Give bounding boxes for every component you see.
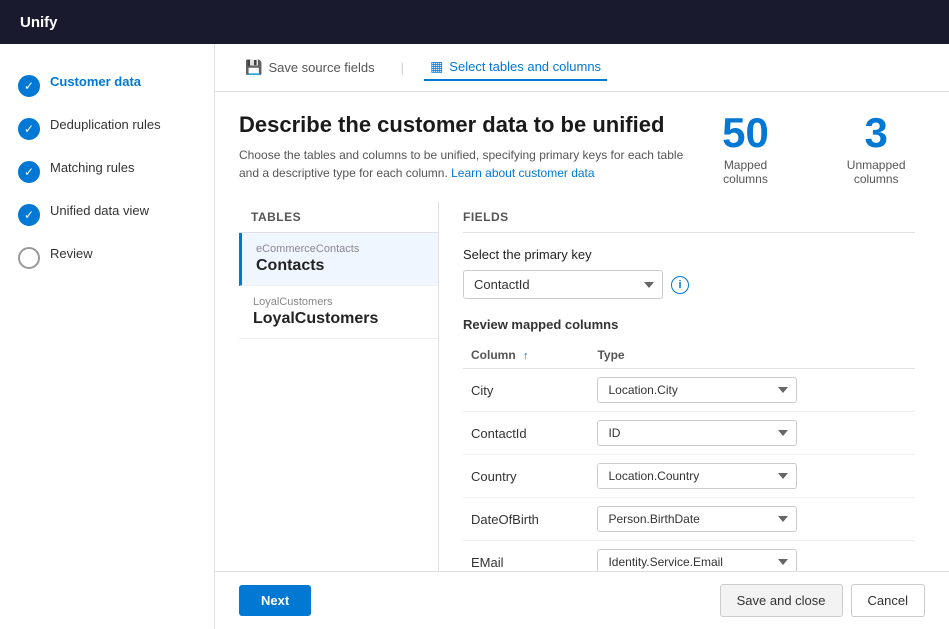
- primary-key-select[interactable]: ContactId Email Name: [463, 270, 663, 299]
- next-button[interactable]: Next: [239, 585, 311, 616]
- unmapped-count: 3: [827, 112, 925, 154]
- col-type-cell: Location.CityLocation.CountryPerson.Birt…: [589, 412, 915, 455]
- tables-column: Tables eCommerceContacts Contacts LoyalC…: [239, 202, 439, 571]
- mapped-stat: 50 Mapped columns: [704, 112, 788, 186]
- col-name-cell: ContactId: [463, 412, 589, 455]
- toolbar-separator: |: [401, 60, 404, 75]
- footer-right: Save and close Cancel: [720, 584, 925, 617]
- mapped-count: 50: [704, 112, 788, 154]
- page-content: Describe the customer data to be unified…: [215, 92, 949, 571]
- sidebar: ✓ Customer data ✓ Deduplication rules ✓ …: [0, 44, 215, 629]
- stats-section: 50 Mapped columns 3 Unmapped columns: [704, 112, 925, 186]
- col-name-cell: EMail: [463, 541, 589, 572]
- select-tables-label: Select tables and columns: [449, 59, 601, 74]
- cancel-button[interactable]: Cancel: [851, 584, 925, 617]
- col-type-cell: Location.CityLocation.CountryPerson.Birt…: [589, 455, 915, 498]
- save-source-label: Save source fields: [268, 60, 374, 75]
- sidebar-item-unified[interactable]: ✓ Unified data view: [0, 193, 214, 236]
- unmapped-stat: 3 Unmapped columns: [827, 112, 925, 186]
- sidebar-item-label-1: Customer data: [50, 74, 141, 89]
- table-row: ContactId Location.CityLocation.CountryPe…: [463, 412, 915, 455]
- sidebar-item-matching[interactable]: ✓ Matching rules: [0, 150, 214, 193]
- step-circle-4: ✓: [18, 204, 40, 226]
- step-circle-3: ✓: [18, 161, 40, 183]
- col-name-cell: DateOfBirth: [463, 498, 589, 541]
- sidebar-item-label-3: Matching rules: [50, 160, 135, 175]
- col-type-select[interactable]: Location.CityLocation.CountryPerson.Birt…: [597, 420, 797, 446]
- sidebar-item-label-5: Review: [50, 246, 93, 261]
- app-topbar: Unify: [0, 0, 949, 44]
- save-source-btn[interactable]: 💾 Save source fields: [239, 55, 381, 80]
- col-type-cell: Location.CityLocation.CountryPerson.Birt…: [589, 369, 915, 412]
- review-mapped-label: Review mapped columns: [463, 317, 915, 332]
- sidebar-item-label-4: Unified data view: [50, 203, 149, 218]
- primary-key-section: Select the primary key ContactId Email N…: [463, 247, 915, 299]
- tables-header: Tables: [239, 202, 438, 233]
- fields-header: Fields: [463, 202, 915, 233]
- step-circle-1: ✓: [18, 75, 40, 97]
- table-subtitle-2: LoyalCustomers: [253, 296, 424, 308]
- mapped-label: Mapped columns: [704, 158, 788, 186]
- table-name-2: LoyalCustomers: [253, 310, 424, 328]
- sidebar-item-dedup[interactable]: ✓ Deduplication rules: [0, 107, 214, 150]
- sidebar-item-label-2: Deduplication rules: [50, 117, 161, 132]
- tables-fields: Tables eCommerceContacts Contacts LoyalC…: [239, 202, 925, 571]
- col-type-select[interactable]: Location.CityLocation.CountryPerson.Birt…: [597, 549, 797, 571]
- col-name-cell: City: [463, 369, 589, 412]
- app-title: Unify: [20, 14, 58, 31]
- page-header: Describe the customer data to be unified…: [239, 112, 925, 186]
- table-name-1: Contacts: [256, 257, 424, 275]
- primary-key-label: Select the primary key: [463, 247, 915, 262]
- content-area: 💾 Save source fields | ▦ Select tables a…: [215, 44, 949, 629]
- learn-link[interactable]: Learn about customer data: [451, 166, 594, 180]
- step-circle-5: [18, 247, 40, 269]
- page-title-section: Describe the customer data to be unified…: [239, 112, 704, 182]
- table-icon: ▦: [430, 58, 443, 75]
- columns-table: Column ↑ Type City Location.CityLocation.…: [463, 342, 915, 571]
- col-header-type: Type: [589, 342, 915, 369]
- unmapped-label: Unmapped columns: [827, 158, 925, 186]
- col-name-cell: Country: [463, 455, 589, 498]
- save-source-icon: 💾: [245, 59, 262, 76]
- col-type-select[interactable]: Location.CityLocation.CountryPerson.Birt…: [597, 506, 797, 532]
- table-subtitle-1: eCommerceContacts: [256, 243, 424, 255]
- page-title: Describe the customer data to be unified: [239, 112, 704, 138]
- sort-icon[interactable]: ↑: [523, 350, 529, 362]
- col-type-select[interactable]: Location.CityLocation.CountryPerson.Birt…: [597, 463, 797, 489]
- toolbar: 💾 Save source fields | ▦ Select tables a…: [215, 44, 949, 92]
- table-row: DateOfBirth Location.CityLocation.Country…: [463, 498, 915, 541]
- col-type-cell: Location.CityLocation.CountryPerson.Birt…: [589, 498, 915, 541]
- col-type-select[interactable]: Location.CityLocation.CountryPerson.Birt…: [597, 377, 797, 403]
- table-row: Country Location.CityLocation.CountryPers…: [463, 455, 915, 498]
- page-description: Choose the tables and columns to be unif…: [239, 146, 704, 182]
- col-header-column: Column ↑: [463, 342, 589, 369]
- step-circle-2: ✓: [18, 118, 40, 140]
- table-row: City Location.CityLocation.CountryPerson.…: [463, 369, 915, 412]
- table-item-contacts[interactable]: eCommerceContacts Contacts: [239, 233, 438, 286]
- fields-column: Fields Select the primary key ContactId …: [439, 202, 925, 571]
- table-row: EMail Location.CityLocation.CountryPerson…: [463, 541, 915, 572]
- footer: Next Save and close Cancel: [215, 571, 949, 629]
- save-close-button[interactable]: Save and close: [720, 584, 843, 617]
- col-type-cell: Location.CityLocation.CountryPerson.Birt…: [589, 541, 915, 572]
- sidebar-item-customer-data[interactable]: ✓ Customer data: [0, 64, 214, 107]
- info-icon[interactable]: i: [671, 276, 689, 294]
- primary-key-row: ContactId Email Name i: [463, 270, 915, 299]
- table-item-loyal[interactable]: LoyalCustomers LoyalCustomers: [239, 286, 438, 339]
- select-tables-btn[interactable]: ▦ Select tables and columns: [424, 54, 607, 81]
- sidebar-item-review[interactable]: Review: [0, 236, 214, 279]
